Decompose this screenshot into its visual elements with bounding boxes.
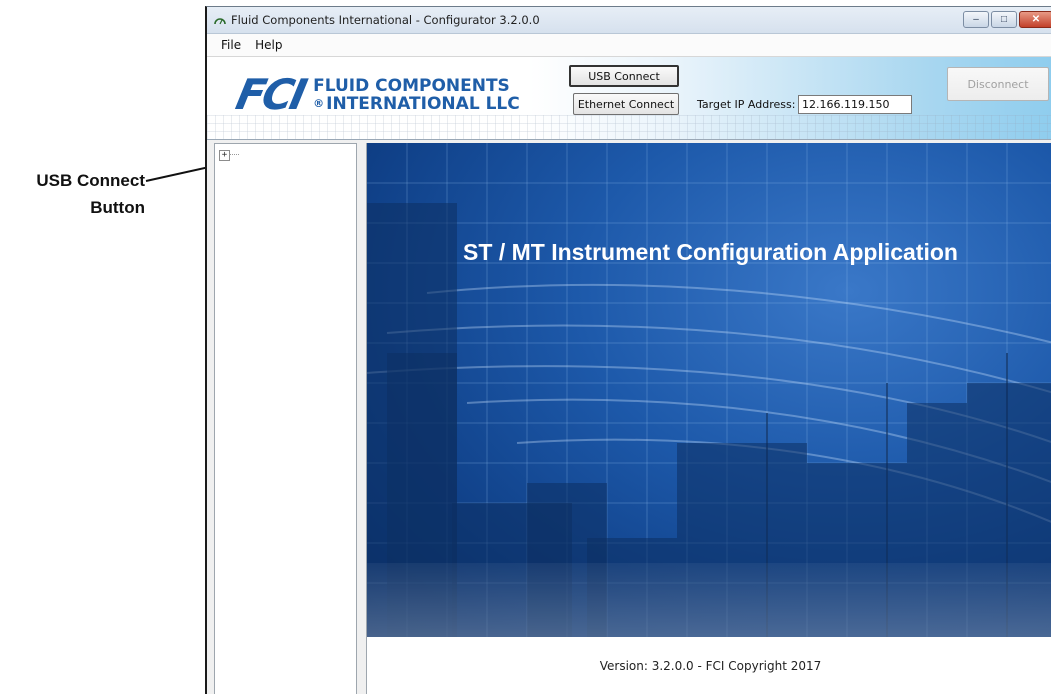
- minimize-button[interactable]: ‒: [963, 11, 989, 28]
- logo-mark: FCI: [231, 70, 309, 119]
- disconnect-button[interactable]: Disconnect: [947, 67, 1049, 101]
- app-gauge-icon: [214, 18, 226, 25]
- window-controls: ‒ □ ✕: [963, 11, 1051, 28]
- target-ip-input[interactable]: [798, 95, 912, 114]
- ethernet-connect-button[interactable]: Ethernet Connect: [573, 93, 679, 115]
- splash-background-art: [367, 143, 1051, 637]
- callout-label-line-1: USB Connect: [36, 171, 145, 190]
- logo-line-2: INTERNATIONAL LLC: [326, 94, 520, 114]
- menu-help[interactable]: Help: [255, 38, 282, 52]
- title-bar: Fluid Components International - Configu…: [207, 7, 1051, 34]
- window-title: Fluid Components International - Configu…: [231, 13, 540, 27]
- menu-bar: File Help: [207, 34, 1051, 57]
- header-band: FCI FLUID COMPONENTS ® INTERNATIONAL LLC …: [207, 57, 1051, 140]
- content-pane: ST / MT Instrument Configuration Applica…: [366, 143, 1051, 694]
- fci-logo: FCI FLUID COMPONENTS ® INTERNATIONAL LLC: [232, 70, 520, 119]
- maximize-button[interactable]: □: [991, 11, 1017, 28]
- close-button[interactable]: ✕: [1019, 11, 1051, 28]
- app-window: Fluid Components International - Configu…: [205, 6, 1051, 694]
- logo-text: FLUID COMPONENTS ® INTERNATIONAL LLC: [313, 77, 520, 113]
- tree-expand-icon[interactable]: +: [219, 150, 230, 161]
- menu-file[interactable]: File: [221, 38, 241, 52]
- callout-label-line-2: Button: [90, 198, 145, 217]
- registered-mark: ®: [313, 97, 325, 110]
- usb-connect-button[interactable]: USB Connect: [569, 65, 679, 87]
- logo-line-1: FLUID COMPONENTS: [313, 76, 510, 96]
- tree-connector: [229, 154, 239, 155]
- splash-title: ST / MT Instrument Configuration Applica…: [463, 239, 958, 265]
- version-text: Version: 3.2.0.0 - FCI Copyright 2017: [599, 659, 822, 673]
- target-ip-label: Target IP Address:: [697, 98, 796, 111]
- device-tree-pane[interactable]: +: [214, 143, 357, 694]
- splash-image: ST / MT Instrument Configuration Applica…: [367, 143, 1051, 637]
- logo-line-2-wrap: ® INTERNATIONAL LLC: [313, 95, 520, 113]
